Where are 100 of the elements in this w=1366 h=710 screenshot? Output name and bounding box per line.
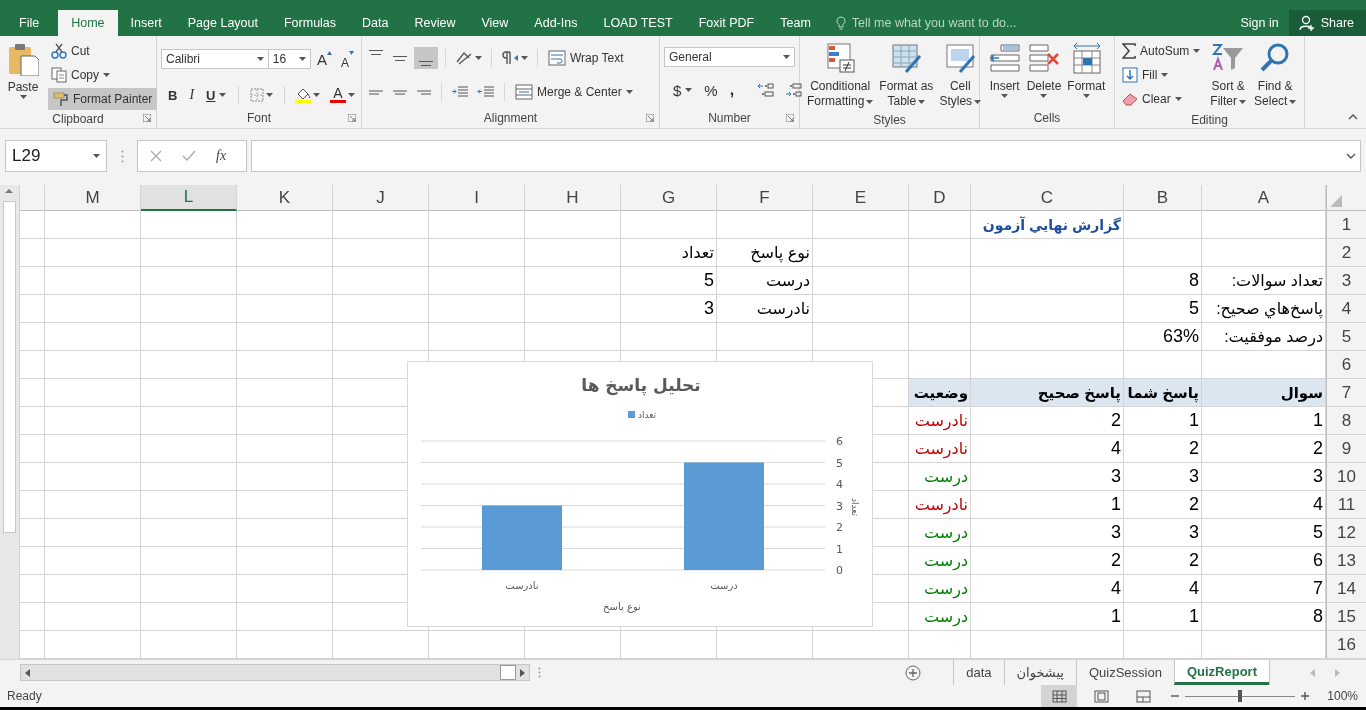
shrink-font-button[interactable]: A [338,48,357,70]
row-header[interactable]: 6 [1326,351,1366,379]
column-header[interactable]: A [1202,185,1326,211]
table-cell-text: 2 [1312,437,1324,460]
caret-icon [1001,94,1009,98]
column-header[interactable]: E [813,185,909,211]
conditional-formatting-button[interactable]: Conditional Formatting [804,40,877,111]
currency-button[interactable]: $ [670,79,696,101]
copy-button[interactable]: Copy [48,64,158,86]
scrollbar[interactable] [0,185,20,659]
clear-button[interactable]: Clear [1119,88,1204,110]
font-size-field[interactable]: 16 [267,49,311,69]
ribbon-tab[interactable]: Page Layout [174,10,271,36]
row-header[interactable]: 12 [1326,519,1366,547]
row-header[interactable]: 13 [1326,547,1366,575]
row-header[interactable]: 2 [1326,239,1366,267]
previous-sheet-icon [1310,668,1315,677]
paragraph-icon [501,51,519,65]
sign-in-link[interactable]: Sign in [1230,10,1289,36]
column-header[interactable]: C [971,185,1124,211]
ribbon-tab[interactable]: Formulas [270,10,350,36]
lines-icon [392,89,408,95]
table-cell-text: 1 [1110,605,1122,628]
italic-button[interactable]: I [186,84,198,106]
ribbon-tab[interactable]: LOAD TEST [590,10,686,36]
sheet-tab[interactable]: QuizReport [1173,660,1269,685]
cut-button[interactable]: Cut [48,40,158,62]
column-header[interactable]: H [525,185,621,211]
share-button[interactable]: Share [1288,10,1366,36]
scrollbar-thumb[interactable] [500,665,516,680]
tell-me-field[interactable]: Tell me what you want to do... [851,16,1017,30]
find-select-button[interactable]: Find & Select [1251,40,1300,111]
font-name-field[interactable]: Calibri [161,49,269,69]
row-header[interactable]: 16 [1326,631,1366,659]
axis-label: 1 [836,542,843,556]
ribbon-tab[interactable]: Home [58,10,118,36]
row-header[interactable]: 14 [1326,575,1366,603]
ribbon-tab[interactable]: Add-Ins [521,10,591,36]
ribbon-tab[interactable]: Insert [117,10,175,36]
bottom-align-button[interactable] [414,47,438,69]
column-header[interactable]: B [1124,185,1202,211]
merge-center-button[interactable]: Merge & Center [512,81,636,103]
row-header[interactable]: 15 [1326,603,1366,631]
row-header[interactable]: 10 [1326,463,1366,491]
formula-field[interactable] [251,140,1361,172]
row-header[interactable]: 5 [1326,323,1366,351]
insert-function-button[interactable]: fx [216,148,227,164]
row-header[interactable]: 8 [1326,407,1366,435]
cell-styles-button[interactable]: Cell Styles [936,40,985,111]
ribbon-tab[interactable]: File [0,10,59,36]
ribbon-tab[interactable]: Team [767,10,824,36]
column-header[interactable]: G [621,185,717,211]
insert-cells-button[interactable]: Insert [985,40,1024,108]
ribbon-tab[interactable]: View [468,10,522,36]
column-header[interactable]: D [909,185,971,211]
column-header[interactable]: K [237,185,333,211]
row-header[interactable]: 7 [1326,379,1366,407]
autosum-button[interactable]: AutoSum [1119,40,1204,62]
zoom-level[interactable]: 100% [1327,689,1358,703]
row-header[interactable]: 4 [1326,295,1366,323]
row-header[interactable]: 9 [1326,435,1366,463]
column-header[interactable]: L [141,185,237,211]
column-header[interactable]: F [717,185,813,211]
underline-button[interactable]: U [203,84,230,106]
ribbon-tab[interactable]: Review [401,10,469,36]
status-cell-text: درست [923,579,969,601]
format-cells-button[interactable]: Format [1064,40,1109,108]
column-header[interactable]: I [429,185,525,211]
scrollbar-thumb[interactable] [3,201,16,533]
comma-button[interactable]: , [726,79,738,101]
grow-font-button[interactable]: A [313,48,335,70]
format-as-table-button[interactable]: Format as Table [876,40,937,111]
format-painter-button[interactable]: Format Painter [48,88,158,110]
name-box[interactable]: L29 [5,140,107,172]
font-color-button[interactable]: A [328,84,357,106]
ribbon-tab[interactable]: Data [349,10,402,36]
slider-thumb[interactable] [1238,690,1243,702]
column-header[interactable]: M [45,185,141,211]
number-format-field[interactable]: General [664,47,795,67]
row-header[interactable]: 3 [1326,267,1366,295]
view-button[interactable] [1041,685,1078,707]
delete-cells-button[interactable]: Delete [1023,40,1065,108]
wrap-text-button[interactable]: Wrap Text [545,47,627,69]
column-header[interactable]: J [333,185,429,211]
sort-filter-button[interactable]: Sort & Filter [1207,40,1250,111]
bold-button[interactable]: B [165,84,181,106]
conditional-formatting-icon [824,42,857,74]
dialog-launcher-icon [646,114,654,122]
caret-icon [1040,94,1048,98]
table-cell-text: نادرست [755,299,811,321]
fill-button[interactable]: Fill [1119,64,1204,86]
column-heading: پاسخ صحيح [971,379,1123,406]
paste-button[interactable]: Paste [4,40,42,110]
percent-button[interactable]: % [701,79,721,101]
row-header[interactable]: 11 [1326,491,1366,519]
ribbon-tab[interactable]: Foxit PDF [685,10,768,36]
column-header[interactable] [20,185,45,211]
scrollbar[interactable] [20,664,530,681]
select-all-button[interactable] [1326,185,1366,211]
row-header[interactable]: 1 [1326,211,1366,239]
